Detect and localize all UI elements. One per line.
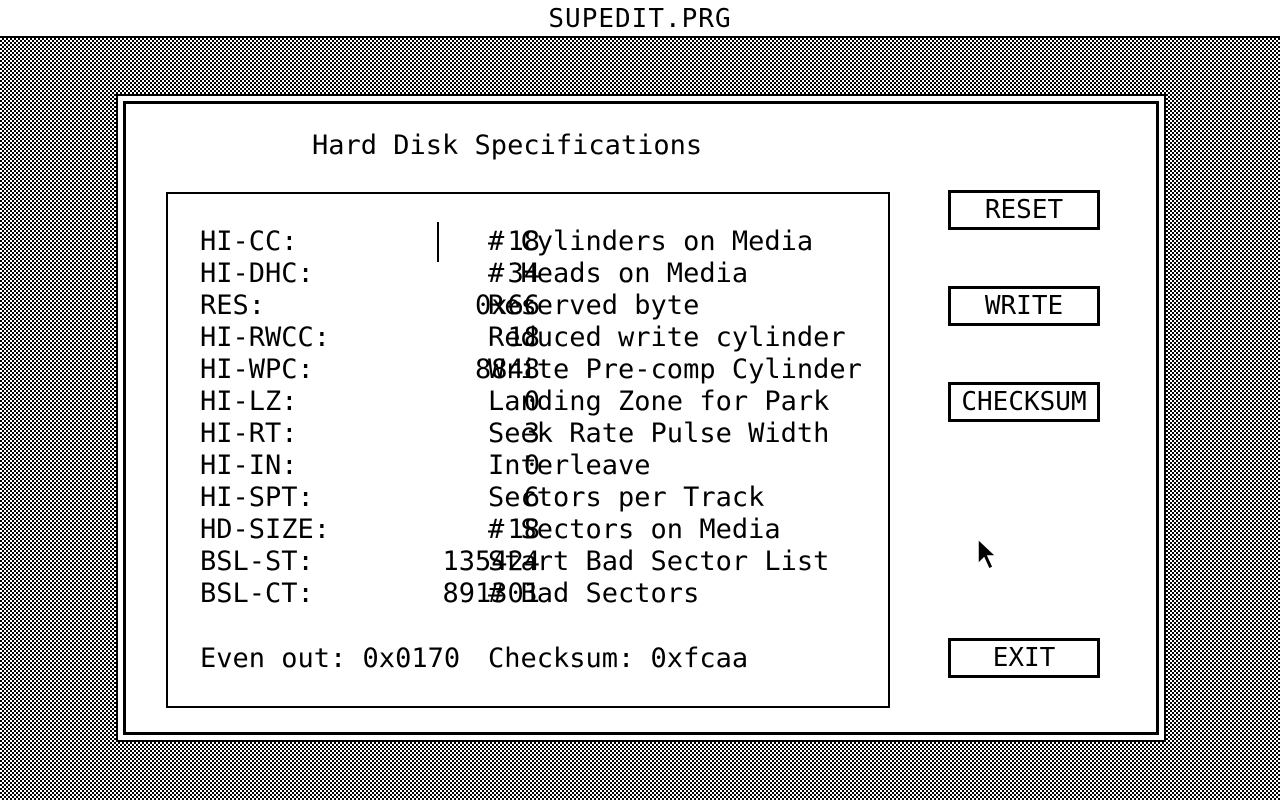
spec-description: # Bad Sectors <box>488 578 700 609</box>
spec-description: Start Bad Sector List <box>488 546 830 577</box>
spec-description: # Cylinders on Media <box>488 226 814 257</box>
spec-row-hi-spt: HI-SPT: 6 Sectors per Track <box>200 482 880 514</box>
dialog-title: Hard Disk Specifications <box>312 130 703 161</box>
spec-label: RES: <box>200 290 266 321</box>
spec-description: Reserved byte <box>488 290 700 321</box>
spec-row-hi-rt: HI-RT: 3 Seek Rate Pulse Width <box>200 418 880 450</box>
spec-label: BSL-ST: <box>200 546 314 577</box>
spec-label: HI-WPC: <box>200 354 314 385</box>
spec-label: HI-SPT: <box>200 482 314 513</box>
spec-description: # Heads on Media <box>488 258 749 289</box>
app-title: SUPEDIT.PRG <box>548 4 732 34</box>
spec-row-hi-cc: HI-CC: 18 # Cylinders on Media <box>200 226 880 258</box>
spec-description: Sectors per Track <box>488 482 765 513</box>
text-cursor <box>437 222 439 262</box>
write-button[interactable]: WRITE <box>948 286 1100 326</box>
spec-description: # Sectors on Media <box>488 514 781 545</box>
summary-row: Even out: 0x0170 Checksum: 0xfcaa <box>200 642 880 676</box>
spec-label: HI-LZ: <box>200 386 298 417</box>
window-title-bar: SUPEDIT.PRG <box>0 0 1280 38</box>
spec-label: HI-DHC: <box>200 258 314 289</box>
checksum-button[interactable]: CHECKSUM <box>948 382 1100 422</box>
spec-label: HI-RT: <box>200 418 298 449</box>
spec-row-hi-dhc: HI-DHC: 34 # Heads on Media <box>200 258 880 290</box>
spec-label: HI-CC: <box>200 226 298 257</box>
spec-description: Write Pre-comp Cylinder <box>488 354 862 385</box>
spec-description: Interleave <box>488 450 651 481</box>
spec-row-bsl-st: BSL-ST: 135424 Start Bad Sector List <box>200 546 880 578</box>
spec-row-hi-wpc: HI-WPC: 8848 Write Pre-comp Cylinder <box>200 354 880 386</box>
checksum-readout: Checksum: 0xfcaa <box>488 643 749 674</box>
spec-row-hi-lz: HI-LZ: 0 Landing Zone for Park <box>200 386 880 418</box>
spec-label: BSL-CT: <box>200 578 314 609</box>
spec-label: HI-IN: <box>200 450 298 481</box>
spec-row-res: RES: 0x66 Reserved byte <box>200 290 880 322</box>
spec-description: Landing Zone for Park <box>488 386 830 417</box>
spec-description: Reduced write cylinder <box>488 322 846 353</box>
spec-row-hd-size: HD-SIZE: 18 # Sectors on Media <box>200 514 880 546</box>
spec-row-hi-rwcc: HI-RWCC: 18 Reduced write cylinder <box>200 322 880 354</box>
mouse-pointer-icon <box>977 538 997 570</box>
spec-description: Seek Rate Pulse Width <box>488 418 830 449</box>
even-out-readout: Even out: 0x0170 <box>200 643 461 674</box>
spec-row-hi-in: HI-IN: 0 Interleave <box>200 450 880 482</box>
exit-button[interactable]: EXIT <box>948 638 1100 678</box>
reset-button[interactable]: RESET <box>948 190 1100 230</box>
spec-row-bsl-ct: BSL-CT: 891301 # Bad Sectors <box>200 578 880 610</box>
